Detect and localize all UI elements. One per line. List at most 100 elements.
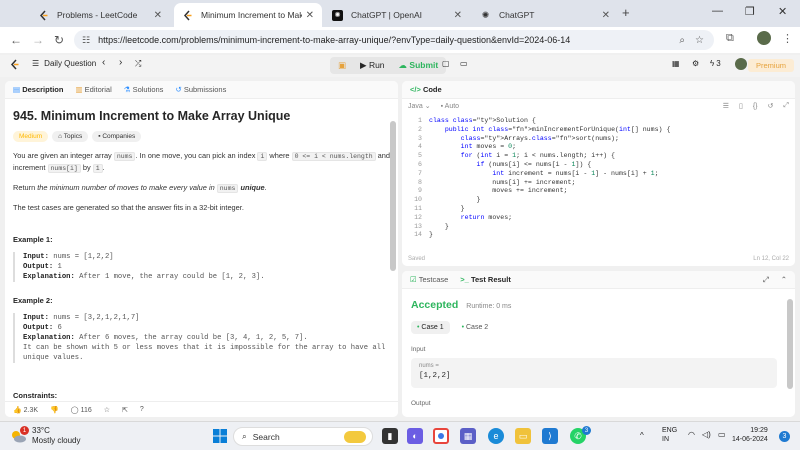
code-line: nums[i] += increment; <box>429 178 576 186</box>
format-icon[interactable]: ☰ <box>723 102 729 110</box>
description-body: 945. Minimum Increment to Make Array Uni… <box>5 99 398 399</box>
chatgpt-favicon-icon: ✺ <box>481 9 490 20</box>
forward-icon[interactable]: → <box>32 33 44 47</box>
premium-button[interactable]: Premium <box>747 59 794 72</box>
collapse-icon[interactable]: ⌃ <box>781 275 787 284</box>
tab-label: Test Result <box>470 275 511 284</box>
leetcode-logo-icon[interactable] <box>10 59 20 70</box>
taskbar-search[interactable]: ⌕ Search <box>233 427 373 446</box>
like-button[interactable]: 👍 2.3K <box>13 406 38 414</box>
language-indicator[interactable]: ENG IN <box>662 426 677 444</box>
address-bar[interactable]: ☷ https://leetcode.com/problems/minimum-… <box>74 30 714 50</box>
case-2-tab[interactable]: • Case 2 <box>456 321 495 334</box>
tab-title: ChatGPT | OpenAI <box>351 10 423 20</box>
volume-icon[interactable]: ◁) <box>702 430 711 439</box>
label: Output: <box>23 263 54 271</box>
meet-icon[interactable]: ◐ <box>407 428 423 444</box>
wifi-icon[interactable]: ◠ <box>688 430 695 439</box>
battery-icon[interactable]: ▭ <box>718 430 726 439</box>
bookmark-star-icon[interactable]: ☆ <box>695 35 704 46</box>
debug-icon[interactable]: ▣ <box>338 60 346 71</box>
weather-badge: 1 <box>20 426 29 435</box>
tab-chatgpt[interactable]: ✺ ChatGPT ✕ <box>472 3 618 27</box>
search-label: Search <box>252 431 280 442</box>
code-panel: </> Code Java ⌄ ▪ Auto ☰ ▯ {} ↺ ⤢ 1 class… <box>402 81 795 266</box>
language-select[interactable]: Java ⌄ <box>408 102 431 110</box>
tab-editorial[interactable]: ▥ Editorial <box>75 85 111 94</box>
new-tab-icon[interactable]: + <box>622 5 630 20</box>
code-tab[interactable]: </> Code <box>410 85 442 94</box>
example-1-box: Input: nums = [1,2,2] Output: 1 Explanat… <box>13 252 390 282</box>
streak-counter[interactable]: ϟ 3 <box>710 59 721 68</box>
dislike-button[interactable]: 👎 <box>50 406 59 414</box>
comments-button[interactable]: ◯ 116 <box>71 406 92 414</box>
tab-test-result[interactable]: >_ Test Result <box>460 275 511 284</box>
close-tab-icon[interactable]: ✕ <box>306 10 314 21</box>
vscode-icon[interactable]: ⟩ <box>542 428 558 444</box>
feedback-icon[interactable]: ▭ <box>460 59 468 68</box>
test-panel-scrollbar[interactable] <box>787 299 793 389</box>
user-avatar[interactable] <box>735 58 747 70</box>
tab-solutions[interactable]: ⚗ Solutions <box>124 85 164 94</box>
back-icon[interactable]: ← <box>10 33 22 47</box>
notification-badge[interactable]: 3 <box>779 431 790 442</box>
tray-overflow-icon[interactable]: ^ <box>640 431 644 440</box>
file-explorer-icon[interactable]: ▭ <box>515 428 531 444</box>
extensions-icon[interactable]: ⧉ <box>726 32 734 45</box>
reset-icon[interactable]: ↺ <box>768 102 774 110</box>
settings-gear-icon[interactable]: ⚙ <box>692 59 699 68</box>
close-tab-icon[interactable]: ✕ <box>454 10 462 21</box>
description-scrollbar[interactable] <box>390 121 396 271</box>
tab-submissions[interactable]: ↺ Submissions <box>175 85 226 94</box>
tab-current-problem[interactable]: Minimum Increment to Make A ✕ <box>174 3 322 27</box>
store-icon[interactable]: ▦ <box>460 428 476 444</box>
close-tab-icon[interactable]: ✕ <box>602 10 610 21</box>
example-2-title: Example 2: <box>13 296 53 305</box>
fullscreen-icon[interactable]: ⤢ <box>783 102 789 110</box>
auto-mode-toggle[interactable]: ▪ Auto <box>441 103 459 110</box>
bookmark-icon[interactable]: ▯ <box>739 102 743 110</box>
tab-description[interactable]: ▤ Description <box>13 85 63 94</box>
close-window-icon[interactable]: ✕ <box>778 5 787 18</box>
value: After 6 moves, the array could be [3, 4,… <box>79 334 308 342</box>
zoom-icon[interactable]: ⌕ <box>679 35 685 46</box>
close-tab-icon[interactable]: ✕ <box>154 10 162 21</box>
terminal-icon: >_ <box>460 275 469 284</box>
reload-icon[interactable]: ↻ <box>54 33 64 47</box>
tab-chatgpt-openai[interactable]: ✺ ChatGPT | OpenAI ✕ <box>324 3 470 27</box>
companies-tag[interactable]: ▪ Companies <box>92 131 142 142</box>
weather-widget[interactable]: 1 33°C Mostly cloudy <box>10 426 80 446</box>
task-view-icon[interactable]: ▮ <box>382 428 398 444</box>
submit-button[interactable]: ☁ Submit <box>399 60 439 71</box>
case-1-tab[interactable]: • Case 1 <box>411 321 450 334</box>
next-problem-icon[interactable]: › <box>119 57 122 68</box>
help-icon[interactable]: ? <box>140 406 144 413</box>
run-submit-group: ▣ ▶ Run ☁ Submit <box>330 57 447 74</box>
notes-icon[interactable]: ▢ <box>442 59 450 68</box>
site-info-icon[interactable]: ☷ <box>82 35 90 46</box>
tab-testcase[interactable]: ☑ Testcase <box>410 275 448 284</box>
windows-start-icon[interactable] <box>212 428 228 444</box>
share-icon[interactable]: ⇱ <box>122 406 128 414</box>
run-button[interactable]: ▶ Run <box>360 60 385 71</box>
inline-code: nums[i] <box>47 164 81 173</box>
problem-list-button[interactable]: ☰ Daily Question <box>32 59 96 68</box>
edge-icon[interactable]: e <box>488 428 504 444</box>
code-editor[interactable]: 1 class class="ty">Solution {2 public int… <box>402 117 795 240</box>
profile-avatar[interactable] <box>757 31 771 45</box>
layout-icon[interactable]: ▦ <box>672 59 680 68</box>
tab-title: ChatGPT <box>499 10 535 20</box>
shuffle-icon[interactable]: ⤮ <box>135 59 141 69</box>
case-label: Case 2 <box>466 324 489 331</box>
browser-menu-icon[interactable]: ⋮ <box>782 32 793 45</box>
prev-problem-icon[interactable]: ‹ <box>102 57 105 68</box>
topics-tag[interactable]: ⌂ Topics <box>52 131 89 142</box>
minimize-icon[interactable]: — <box>712 5 723 17</box>
tab-problems[interactable]: Problems - LeetCode ✕ <box>30 3 170 27</box>
braces-icon[interactable]: {} <box>753 103 758 110</box>
favorite-star-icon[interactable]: ☆ <box>104 406 110 414</box>
chrome-icon[interactable] <box>433 428 449 444</box>
clock[interactable]: 19:29 14-06-2024 <box>732 426 768 444</box>
expand-icon[interactable]: ⤢ <box>763 275 769 285</box>
restore-icon[interactable]: ❐ <box>745 5 755 18</box>
